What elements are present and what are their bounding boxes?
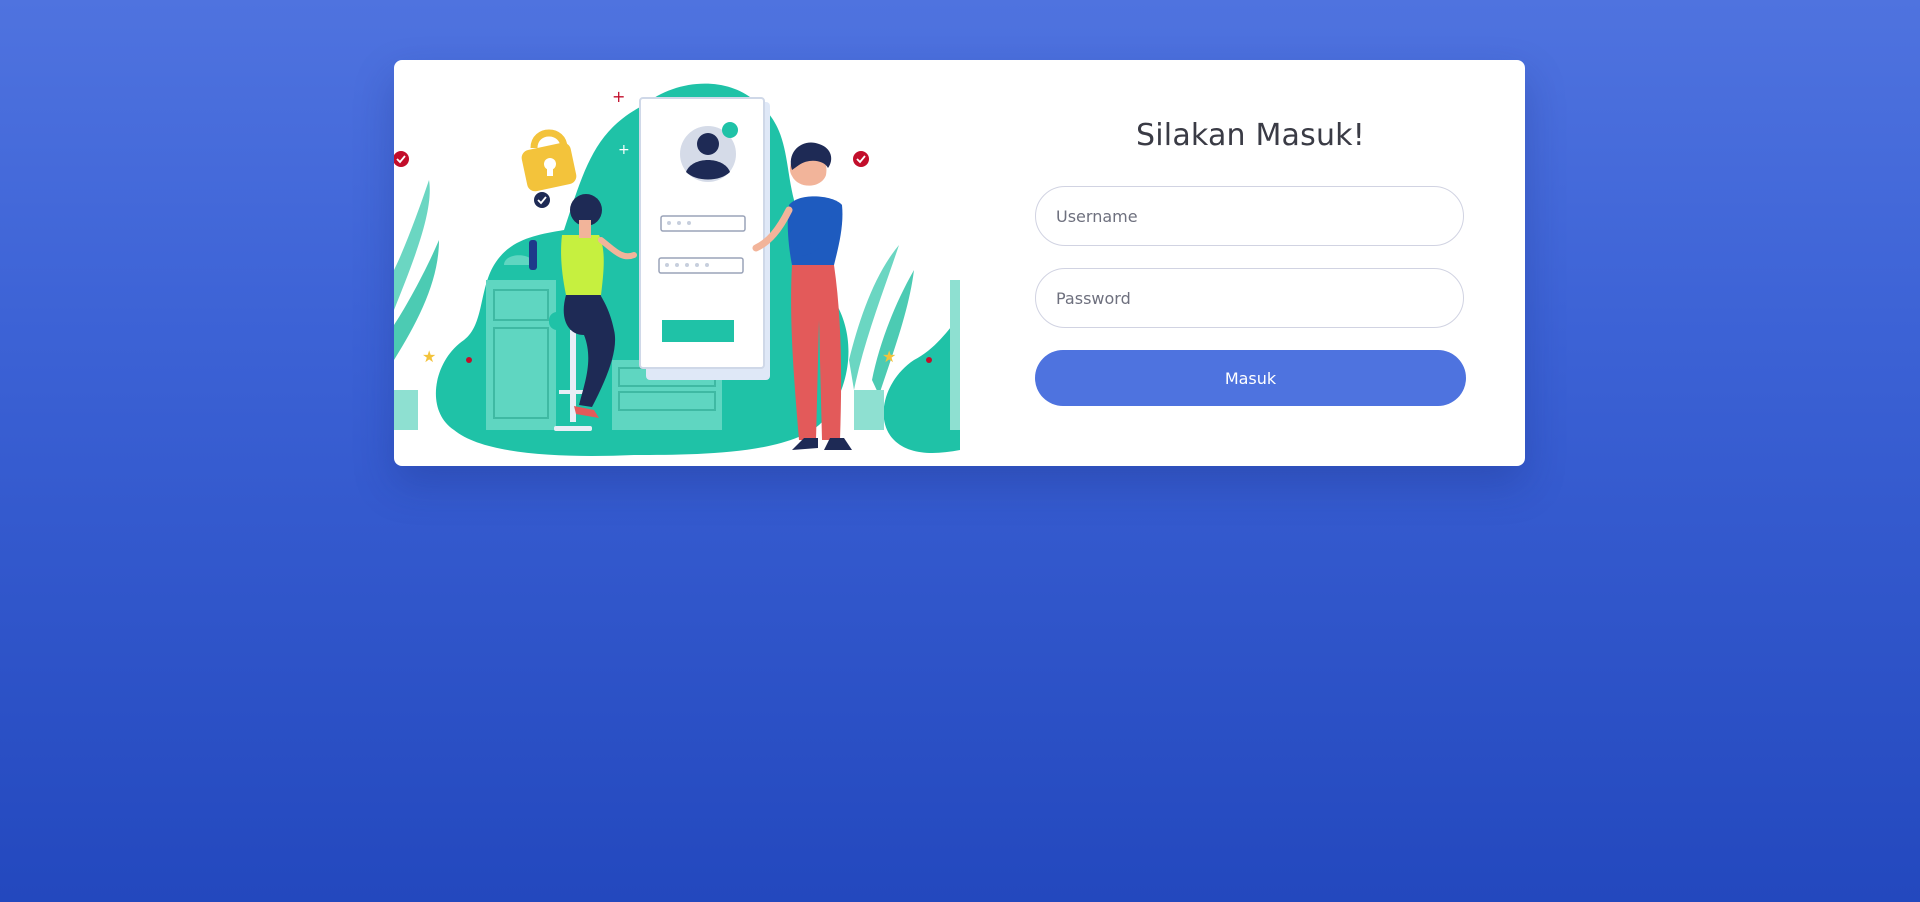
svg-text:+: + xyxy=(612,87,625,106)
star-icon: ★ xyxy=(882,347,896,366)
check-badge-icon xyxy=(534,192,550,208)
illustration-svg: + + ★ ★ xyxy=(394,77,960,456)
password-input[interactable] xyxy=(1035,268,1464,328)
login-card: + + ★ ★ Silakan Masuk! Masuk xyxy=(394,60,1525,466)
check-badge-icon xyxy=(853,151,869,167)
login-form: Silakan Masuk! Masuk xyxy=(1035,60,1466,466)
login-button[interactable]: Masuk xyxy=(1035,350,1466,406)
username-input[interactable] xyxy=(1035,186,1464,246)
login-board-shape xyxy=(639,97,770,380)
login-illustration: + + ★ ★ xyxy=(394,60,960,466)
login-title: Silakan Masuk! xyxy=(1136,118,1365,153)
padlock-icon xyxy=(521,129,577,192)
left-plant-icon xyxy=(394,180,439,430)
star-icon: ★ xyxy=(422,347,436,366)
svg-text:+: + xyxy=(618,142,630,158)
